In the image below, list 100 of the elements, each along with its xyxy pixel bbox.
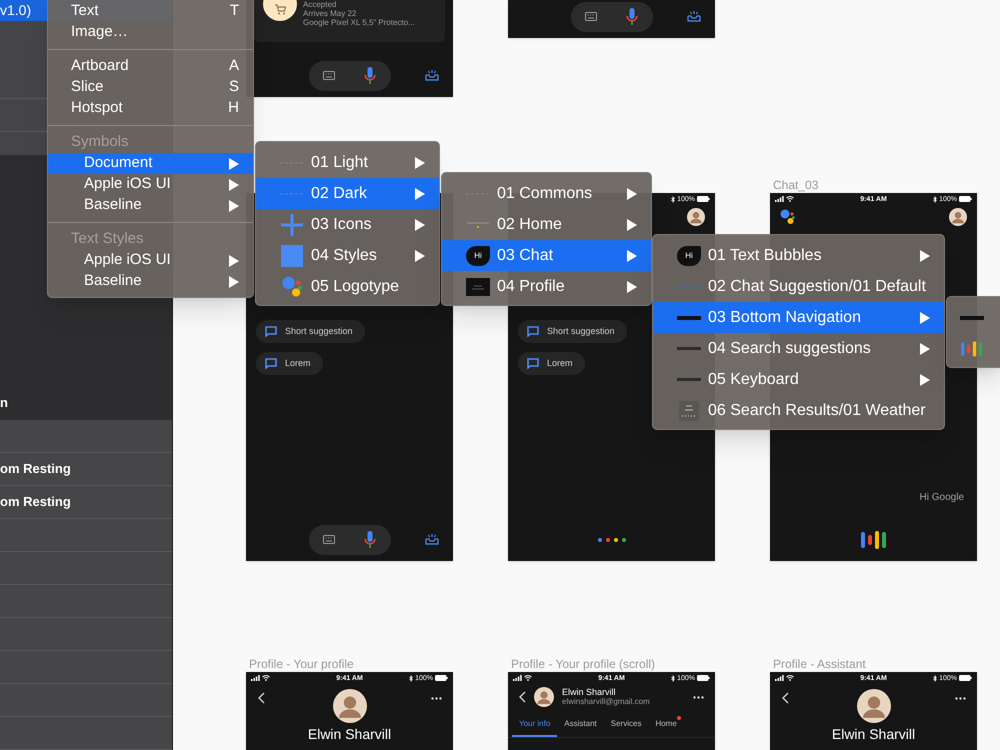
shortcut-key: H (228, 97, 239, 120)
message-icon (527, 326, 539, 337)
shortcut-key: S (228, 76, 239, 99)
profile-tab[interactable]: Your info (512, 713, 558, 737)
assistant-logo-icon (281, 276, 303, 298)
battery-icon (959, 675, 972, 681)
menu-item[interactable]: Baseline (48, 195, 253, 216)
menu-item[interactable]: Baseline (48, 271, 253, 292)
menu-item[interactable]: 03 Bottom Navigation (653, 302, 944, 333)
artboard-title: Profile - Assistant (773, 656, 866, 673)
bar-icon (960, 316, 984, 320)
signal-icon (775, 675, 784, 681)
menu-item[interactable]: 04 Search suggestions (653, 333, 944, 364)
suggestion-chip[interactable]: Short suggestion (256, 320, 365, 343)
menu-item[interactable]: Hi 01 Text Bubbles (653, 240, 944, 271)
bluetooth-icon (671, 674, 676, 682)
assistant-logo-icon (780, 209, 795, 225)
message-icon (527, 358, 539, 369)
menu-item[interactable]: 05 Keyboard (653, 364, 944, 395)
back-icon[interactable] (258, 692, 265, 704)
profile-name: Elwin Sharvill (562, 687, 617, 697)
menu-item[interactable]: 01 Commons (442, 178, 651, 209)
battery-icon (435, 675, 448, 681)
plus-icon (281, 214, 303, 236)
card-thumbnail-icon (679, 400, 699, 420)
menu-item[interactable]: 02 Home (442, 209, 651, 240)
more-icon[interactable] (693, 696, 704, 698)
voice-bars-icon (860, 530, 886, 548)
avatar-icon (332, 689, 366, 723)
profile-tab[interactable]: Services (604, 713, 648, 737)
profile-tab[interactable]: Assistant (557, 713, 604, 737)
line-icon (677, 378, 701, 381)
wifi-icon (524, 675, 532, 681)
suggestion-chip[interactable]: Lorem (518, 352, 585, 375)
microphone-icon[interactable] (364, 66, 376, 84)
sidebar-row[interactable]: om Resting (0, 453, 172, 486)
battery-icon (959, 196, 972, 202)
message-icon (265, 358, 277, 369)
suggestion-chip[interactable]: Short suggestion (518, 320, 627, 343)
bluetooth-icon (671, 196, 676, 202)
menu-item[interactable]: Apple iOS UI (48, 174, 253, 195)
suggestion-chip[interactable]: Lorem (256, 352, 323, 375)
menu-item[interactable]: 02 Chat Suggestion/01 Default (653, 271, 944, 302)
profile-name: Elwin Sharvill (308, 726, 392, 742)
profile-name: Elwin Sharvill (832, 726, 916, 742)
square-icon (281, 244, 303, 266)
shortcut-key: A (228, 55, 239, 78)
menu-item[interactable]: Apple iOS UI (48, 250, 253, 271)
menu-item[interactable]: Text T (48, 1, 253, 22)
menu-item[interactable]: Document (48, 153, 253, 174)
profile-tab[interactable]: Home (648, 713, 684, 737)
menu-item[interactable]: 02 Dark (256, 178, 439, 209)
artboard-title: Profile - Your profile (249, 656, 354, 673)
order-arrival: Arrives May 22 (303, 9, 358, 18)
avatar-icon (534, 687, 554, 707)
menu-item[interactable]: 04 Profile (442, 271, 651, 302)
menu-item[interactable]: 04 Styles (256, 240, 439, 271)
keyboard-icon[interactable] (323, 71, 335, 80)
greeting-text: Hi Google (920, 491, 964, 505)
order-status: Accepted (303, 0, 338, 9)
tray-icon[interactable] (425, 533, 439, 545)
menu-item[interactable]: Hotspot H (48, 98, 253, 119)
menu-item[interactable]: Hi 03 Chat (442, 240, 651, 271)
wifi-icon (786, 196, 794, 202)
artboard-title: Profile - Your profile (scroll) (511, 656, 656, 673)
tray-icon[interactable] (687, 10, 701, 22)
more-icon[interactable] (955, 697, 966, 700)
message-icon (265, 326, 277, 337)
microphone-icon[interactable] (364, 530, 376, 548)
bluetooth-icon (933, 674, 938, 682)
signal-icon (251, 675, 260, 681)
dark-thumbnail-icon (466, 278, 490, 296)
dashed-line-icon (280, 192, 304, 194)
menu-item[interactable]: Artboard A (48, 56, 253, 77)
sidebar-row[interactable]: om Resting (0, 486, 172, 519)
microphone-icon[interactable] (626, 8, 638, 26)
shortcut-key: T (230, 0, 239, 23)
speech-bubble-badge: Hi (466, 246, 490, 266)
menu-section-header: Text Styles (70, 229, 145, 250)
keyboard-icon[interactable] (585, 12, 597, 21)
signal-icon (513, 675, 522, 681)
more-icon[interactable] (431, 697, 442, 700)
battery-icon (697, 675, 710, 681)
back-icon[interactable] (782, 692, 789, 704)
avatar-icon (856, 689, 890, 723)
artboard-title: Chat_03 (773, 177, 818, 194)
tray-icon[interactable] (425, 69, 439, 81)
menu-item[interactable]: Image… (48, 22, 253, 43)
menu-item[interactable]: 03 Icons (256, 209, 439, 240)
signal-icon (775, 196, 784, 202)
line-icon (677, 347, 701, 350)
back-icon[interactable] (519, 691, 526, 703)
menu-item[interactable]: 01 Light (256, 147, 439, 178)
menu-item[interactable]: Slice S (48, 77, 253, 98)
menu-item[interactable]: 06 Search Results/01 Weather (653, 395, 944, 426)
speech-bubble-badge: Hi (677, 246, 701, 266)
cart-icon (274, 4, 286, 14)
menu-item[interactable]: 05 Logotype (256, 271, 439, 302)
wifi-icon (262, 675, 270, 681)
keyboard-icon[interactable] (323, 535, 335, 544)
